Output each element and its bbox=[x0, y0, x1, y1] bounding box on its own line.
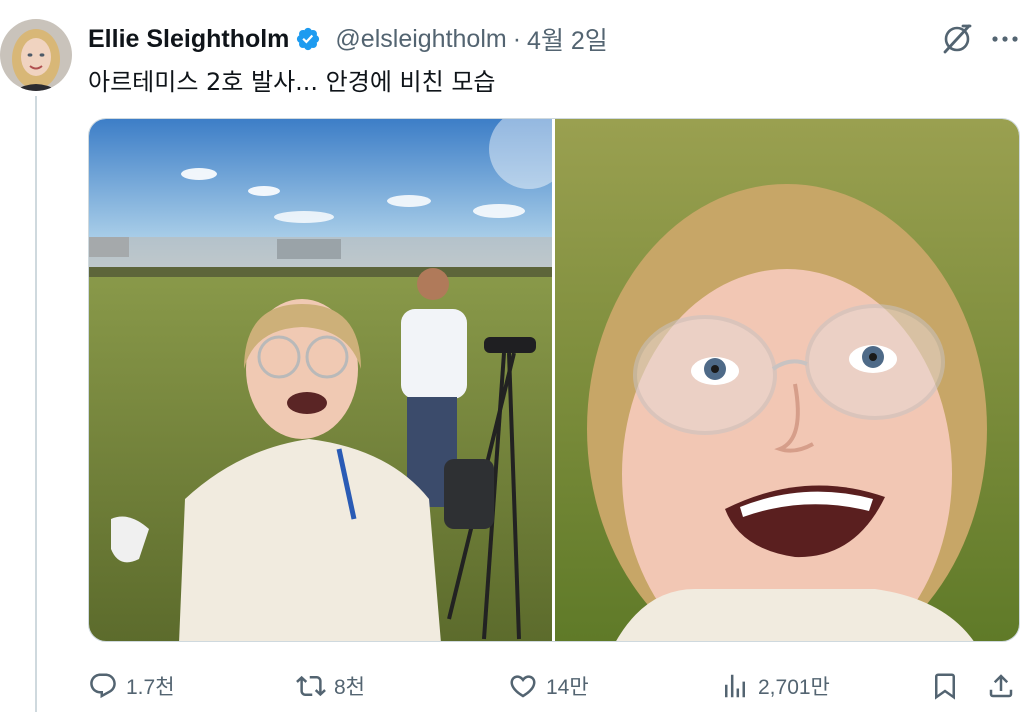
grok-icon[interactable] bbox=[940, 22, 974, 56]
separator-dot: · bbox=[512, 24, 522, 53]
views-button[interactable]: 2,701만 bbox=[720, 666, 830, 706]
views-count: 2,701만 bbox=[758, 676, 830, 699]
reply-icon bbox=[90, 673, 116, 699]
retweet-button[interactable]: 8천 bbox=[296, 666, 365, 706]
like-button[interactable]: 14만 bbox=[508, 666, 589, 706]
retweet-icon bbox=[296, 675, 326, 697]
tweet-text: 아르테미스 2호 발사... 안경에 비친 모습 bbox=[88, 68, 496, 96]
tweet-header: Ellie Sleightholm @elsleightholm · 4월 2일 bbox=[88, 22, 608, 56]
verified-badge-icon[interactable] bbox=[295, 26, 321, 52]
author-name[interactable]: Ellie Sleightholm bbox=[88, 25, 289, 54]
heart-icon bbox=[510, 675, 536, 698]
bookmark-button[interactable] bbox=[930, 666, 960, 706]
share-button[interactable] bbox=[986, 666, 1016, 706]
photo-launch-crowd[interactable] bbox=[89, 119, 552, 641]
reply-count: 1.7천 bbox=[126, 676, 175, 699]
avatar[interactable] bbox=[0, 19, 72, 91]
author-handle[interactable]: @elsleightholm bbox=[335, 25, 506, 54]
media-grid bbox=[88, 118, 1020, 642]
thread-line bbox=[35, 96, 37, 712]
tweet-actions: 1.7천 8천 14만 2,701만 bbox=[88, 666, 1022, 706]
photo-glasses-reflection[interactable] bbox=[555, 119, 1019, 641]
like-count: 14만 bbox=[546, 676, 589, 699]
tweet-date[interactable]: 4월 2일 bbox=[527, 21, 608, 57]
retweet-count: 8천 bbox=[334, 676, 365, 699]
share-icon bbox=[989, 674, 1013, 698]
bookmark-icon bbox=[935, 673, 955, 700]
views-icon bbox=[725, 674, 745, 698]
more-icon[interactable] bbox=[988, 22, 1022, 56]
reply-button[interactable]: 1.7천 bbox=[88, 666, 175, 706]
